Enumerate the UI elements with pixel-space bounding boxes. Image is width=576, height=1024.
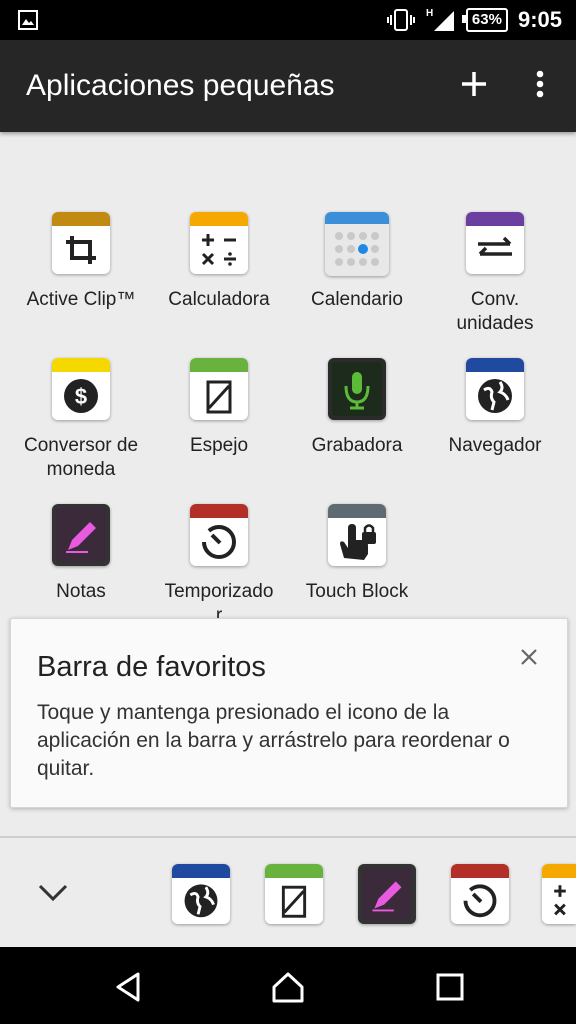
app-conversor-moneda[interactable]: $ Conversor de moneda [12, 358, 150, 482]
app-label: Calculadora [168, 289, 270, 310]
app-label: Calendario [311, 289, 403, 310]
grabadora-app-icon [328, 358, 386, 420]
app-navegador[interactable]: Navegador [426, 358, 564, 458]
crop-icon [66, 236, 96, 264]
app-grabadora[interactable]: Grabadora [288, 358, 426, 458]
calculadora-app-icon [190, 212, 248, 274]
globe-icon [478, 379, 512, 413]
dock-espejo[interactable] [265, 864, 323, 924]
active-clip-app-icon [52, 212, 110, 274]
temporizador-app-icon [190, 504, 248, 566]
tip-title: Barra de favoritos [37, 651, 266, 683]
app-notas[interactable]: Notas [12, 504, 150, 604]
swap-arrows-icon [478, 236, 512, 256]
timer-icon [201, 525, 236, 559]
calendar-icon [335, 232, 379, 266]
tip-body: Toque y mantenga presionado el icono de … [37, 701, 510, 780]
overflow-menu-icon[interactable] [526, 66, 554, 102]
add-button[interactable] [456, 66, 492, 102]
app-label: Active Clip™ [26, 289, 136, 310]
touch-lock-icon [340, 524, 376, 560]
app-label: Espejo [189, 435, 249, 456]
app-label: Navegador [448, 435, 542, 456]
calculator-icon [201, 234, 236, 266]
dock-calculadora[interactable] [542, 864, 576, 924]
app-conv-unidades[interactable]: Conv. unidades [426, 212, 564, 336]
recents-icon[interactable] [432, 969, 468, 1005]
espejo-app-icon [190, 358, 248, 420]
image-notification-icon [18, 10, 38, 30]
app-calculadora[interactable]: Calculadora [150, 212, 288, 312]
app-label: Touch Block [305, 581, 409, 602]
dock-notas[interactable] [358, 864, 416, 924]
app-label: Conv. unidades [426, 288, 564, 336]
touch-block-app-icon [328, 504, 386, 566]
svg-text:$: $ [75, 384, 87, 409]
battery-indicator: 63% [461, 8, 508, 32]
app-espejo[interactable]: Espejo [150, 358, 288, 458]
page-title: Aplicaciones pequeñas [26, 69, 335, 102]
app-label-line: Conv. unidades [456, 289, 534, 334]
back-icon[interactable] [110, 969, 146, 1005]
microphone-icon [332, 362, 382, 416]
close-icon[interactable] [517, 645, 541, 669]
dock-temporizador[interactable] [451, 864, 509, 924]
vibrate-icon [386, 9, 415, 31]
calculator-icon [554, 885, 566, 916]
app-calendario[interactable]: Calendario [288, 212, 426, 312]
app-temporizador[interactable]: Temporizado r [150, 504, 288, 628]
notas-app-icon [52, 504, 110, 566]
app-touch-block[interactable]: Touch Block [288, 504, 426, 604]
mirror-icon [206, 380, 232, 414]
dollar-icon: $ [64, 379, 98, 413]
conv-unidades-app-icon [466, 212, 524, 274]
system-nav-bar [0, 947, 576, 1024]
pencil-icon [362, 867, 412, 921]
app-label: Conversor de moneda [23, 435, 139, 480]
chevron-down-icon[interactable] [36, 880, 70, 904]
navegador-app-icon [466, 358, 524, 420]
app-label: Grabadora [311, 435, 403, 456]
pencil-icon [56, 508, 106, 562]
mirror-icon [281, 885, 307, 918]
signal-icon: H [426, 8, 454, 31]
app-label: Notas [56, 581, 106, 602]
app-active-clip[interactable]: Active Clip™ [12, 212, 150, 312]
home-icon[interactable] [270, 969, 306, 1005]
clock: 9:05 [517, 7, 562, 32]
favorites-bar-tip-card: Barra de favoritos Toque y mantenga pres… [10, 618, 568, 808]
network-type: H [426, 8, 433, 19]
globe-icon [184, 884, 218, 918]
dock-navegador[interactable] [172, 864, 230, 924]
app-bar: Aplicaciones pequeñas [0, 40, 576, 132]
conversor-moneda-app-icon: $ [52, 358, 110, 420]
calendario-app-icon [325, 212, 389, 276]
status-bar: H 63% 9:05 [0, 0, 576, 40]
timer-icon [463, 884, 497, 918]
favorites-dock [0, 836, 576, 949]
